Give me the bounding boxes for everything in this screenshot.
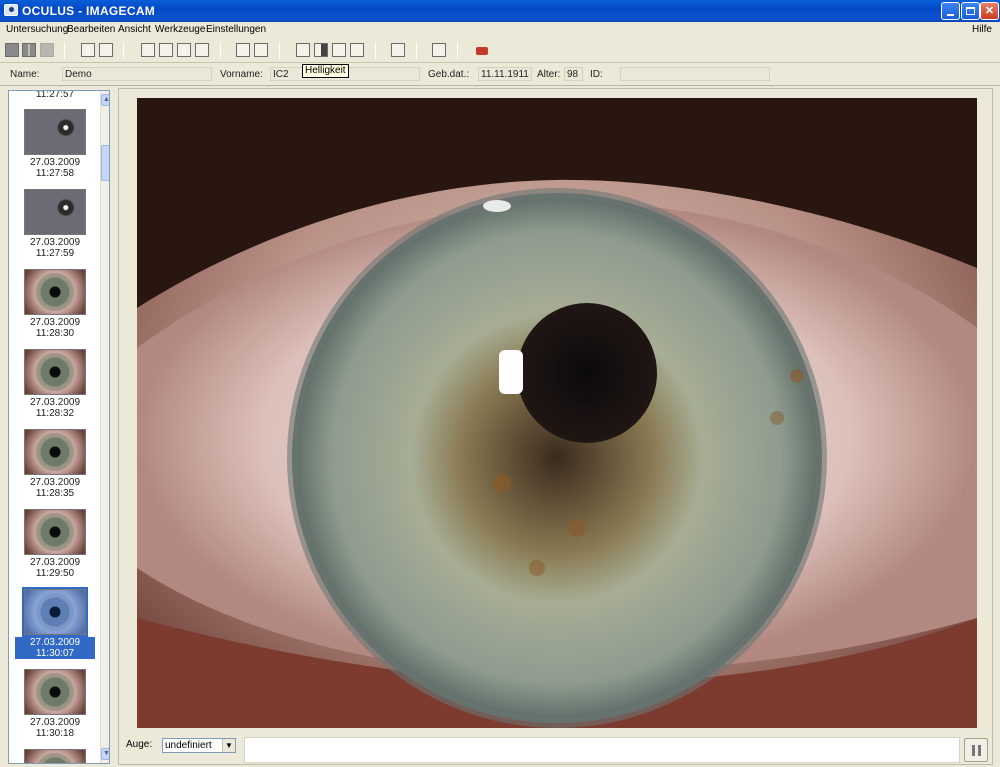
camera-icon[interactable] — [474, 43, 488, 57]
thumbnail-time: 11:29:50 — [35, 568, 75, 579]
toolbar-separator — [220, 42, 221, 59]
eye-photo — [137, 98, 977, 728]
toolbar-separator — [457, 42, 458, 59]
toolbar — [0, 39, 1000, 63]
menu-hilfe[interactable]: Hilfe — [972, 24, 992, 35]
thumbnail-time-partial: 11:27:57 — [35, 90, 75, 100]
close-icon: ✕ — [984, 5, 995, 17]
name-field[interactable]: Demo — [62, 67, 212, 81]
thumbnail-image[interactable] — [24, 749, 86, 763]
dob-label: Geb.dat.: — [428, 69, 470, 80]
minimize-button[interactable] — [941, 2, 960, 20]
menu-werkzeuge[interactable]: Werkzeuge — [155, 24, 205, 35]
thumbnail-date: 27.03.2009 — [29, 317, 81, 328]
thumbnail-date: 27.03.2009 — [29, 717, 81, 728]
brightness-icon[interactable] — [296, 43, 310, 57]
single-view-icon[interactable] — [5, 43, 19, 57]
thumbnail-date: 27.03.2009 — [29, 477, 81, 488]
thumbnail-date: 27.03.2009 — [29, 397, 81, 408]
app-eye-icon — [4, 4, 18, 16]
tooltip: Helligkeit — [302, 64, 349, 78]
scroll-thumb[interactable] — [101, 145, 109, 181]
thumbnail-date: 27.03.2009 — [15, 637, 95, 648]
toolbar-separator — [416, 42, 417, 59]
thumbnail-image[interactable] — [24, 269, 86, 315]
chevron-down-icon[interactable]: ▼ — [222, 739, 235, 752]
scroll-up-icon[interactable]: ▲ — [101, 94, 109, 106]
thumbnail-time: 11:28:32 — [35, 408, 75, 419]
thumbnail-image[interactable] — [24, 509, 86, 555]
firstname-label: Vorname: — [220, 69, 263, 80]
thumbnail-time: 11:28:30 — [35, 328, 75, 339]
save-icon[interactable] — [40, 43, 54, 57]
zoom-1to1-icon[interactable] — [81, 43, 95, 57]
id-label: ID: — [590, 69, 603, 80]
thumbnail-image[interactable] — [22, 587, 88, 637]
thumbnail-date: 27.03.2009 — [29, 157, 81, 168]
scroll-down-icon[interactable]: ▼ — [101, 748, 109, 760]
delete-icon[interactable] — [391, 43, 405, 57]
maximize-icon — [966, 7, 975, 15]
fit-screen-icon[interactable] — [99, 43, 113, 57]
pause-button[interactable] — [964, 738, 988, 762]
zoom-icon[interactable] — [159, 43, 173, 57]
window-title: OCULUS - IMAGECAM — [22, 4, 156, 18]
menu-einstellungen[interactable]: Einstellungen — [206, 24, 266, 35]
measure-icon[interactable] — [195, 43, 209, 57]
menu-ansicht[interactable]: Ansicht — [118, 24, 151, 35]
thumbnail-date: 27.03.2009 — [29, 557, 81, 568]
name-label: Name: — [10, 69, 40, 80]
export-icon[interactable] — [432, 43, 446, 57]
contrast-icon[interactable] — [314, 43, 328, 57]
thumbnail-image[interactable] — [24, 189, 86, 235]
prev-icon[interactable] — [236, 43, 250, 57]
thumbnail-image[interactable] — [24, 669, 86, 715]
grid-view-icon[interactable] — [22, 43, 36, 57]
toolbar-separator — [279, 42, 280, 59]
thumbnail-scrollbar[interactable]: ▲ ▼ — [100, 91, 109, 763]
hand-pan-icon[interactable] — [141, 43, 155, 57]
thumbnail-time: 11:28:35 — [35, 488, 75, 499]
thumbnail-list[interactable]: 11:27:57 27.03.2009 11:27:58 27.03.2009 11:… — [8, 90, 110, 764]
menu-bar: Untersuchung Bearbeiten Ansicht Werkzeug… — [0, 22, 1000, 38]
minimize-icon — [947, 14, 954, 16]
menu-bearbeiten[interactable]: Bearbeiten — [67, 24, 115, 35]
patient-info-bar: Name: Demo Vorname: IC2 Geb.dat.: 11.11.… — [0, 64, 1000, 86]
close-button[interactable]: ✕ — [980, 2, 999, 20]
toolbar-separator — [64, 42, 65, 59]
eye-label: Auge: — [126, 739, 153, 750]
comment-field[interactable] — [244, 737, 960, 763]
eye-image[interactable] — [137, 98, 977, 728]
rgb-icon[interactable] — [350, 43, 364, 57]
eye-select-value: undefiniert — [165, 740, 212, 751]
thumbnail-time: 11:27:58 — [35, 168, 75, 179]
thumbnail-date: 27.03.2009 — [29, 237, 81, 248]
menu-untersuchung[interactable]: Untersuchung — [6, 24, 68, 35]
app-window: OCULUS - IMAGECAM ✕ Untersuchung Bearbei… — [0, 0, 1000, 767]
frame-icon[interactable] — [177, 43, 191, 57]
id-field[interactable] — [620, 67, 770, 81]
thumbnail-image[interactable] — [24, 109, 86, 155]
gamma-icon[interactable] — [332, 43, 346, 57]
next-icon[interactable] — [254, 43, 268, 57]
thumbnail-time: 11:30:18 — [35, 728, 75, 739]
thumbnail-image[interactable] — [24, 429, 86, 475]
thumbnail-time: 11:30:07 — [15, 648, 95, 659]
eye-select[interactable]: undefiniert ▼ — [162, 738, 236, 753]
maximize-button[interactable] — [961, 2, 980, 20]
thumbnail-image[interactable] — [24, 349, 86, 395]
thumbnail-time: 11:27:59 — [35, 248, 75, 259]
toolbar-separator — [123, 42, 124, 59]
pause-icon — [972, 745, 975, 756]
age-field[interactable]: 98 — [564, 67, 583, 81]
title-bar[interactable]: OCULUS - IMAGECAM ✕ — [0, 0, 1000, 22]
toolbar-separator — [375, 42, 376, 59]
age-label: Alter: — [537, 69, 561, 80]
dob-field[interactable]: 11.11.1911 — [478, 67, 532, 81]
